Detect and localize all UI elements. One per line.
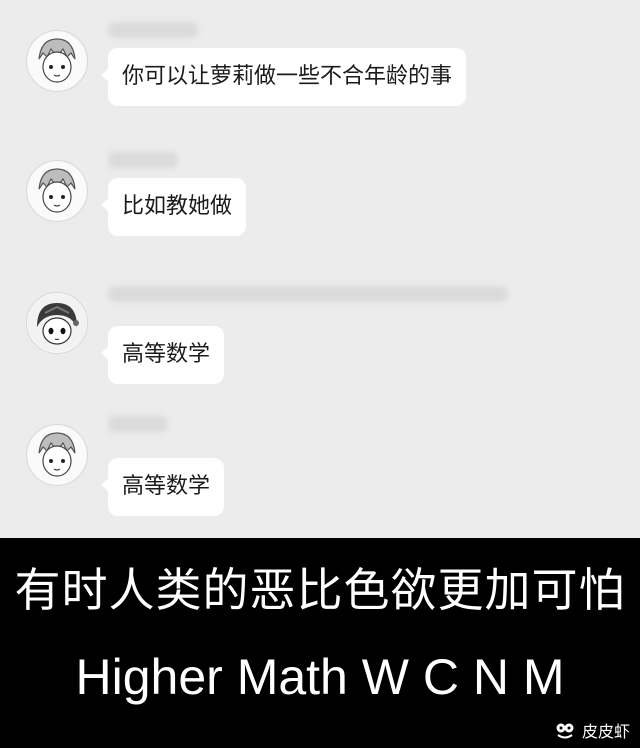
blurred-username: [108, 416, 168, 432]
watermark: 皮皮虾: [554, 718, 630, 742]
anime-boy-avatar-icon: [28, 426, 86, 484]
chat-area[interactable]: 你可以让萝莉做一些不合年龄的事 比如教她做 高等数学 高等数学: [0, 0, 640, 538]
avatar[interactable]: [26, 424, 88, 486]
caption-line-2: Higher Math W C N M: [75, 649, 565, 705]
anime-girl-avatar-icon: [28, 294, 86, 352]
anime-boy-avatar-icon: [28, 162, 86, 220]
message-bubble[interactable]: 高等数学: [100, 458, 225, 516]
avatar[interactable]: [26, 30, 88, 92]
message-bubble[interactable]: 你可以让萝莉做一些不合年龄的事: [100, 48, 467, 106]
blurred-username: [108, 286, 508, 302]
anime-boy-avatar-icon: [28, 32, 86, 90]
meme-caption: 有时人类的恶比色欲更加可怕 Higher Math W C N M 皮皮虾: [0, 538, 640, 748]
message-bubble[interactable]: 高等数学: [100, 326, 225, 384]
avatar[interactable]: [26, 160, 88, 222]
screenshot: 你可以让萝莉做一些不合年龄的事 比如教她做 高等数学 高等数学 有时人类的恶比色…: [0, 0, 640, 748]
caption-line-1: 有时人类的恶比色欲更加可怕: [14, 563, 626, 617]
watermark-text: 皮皮虾: [581, 722, 630, 741]
pipixia-logo-icon: [556, 723, 574, 739]
avatar[interactable]: [26, 292, 88, 354]
blurred-username: [108, 152, 178, 168]
blurred-username: [108, 22, 198, 38]
message-bubble[interactable]: 比如教她做: [100, 178, 247, 236]
